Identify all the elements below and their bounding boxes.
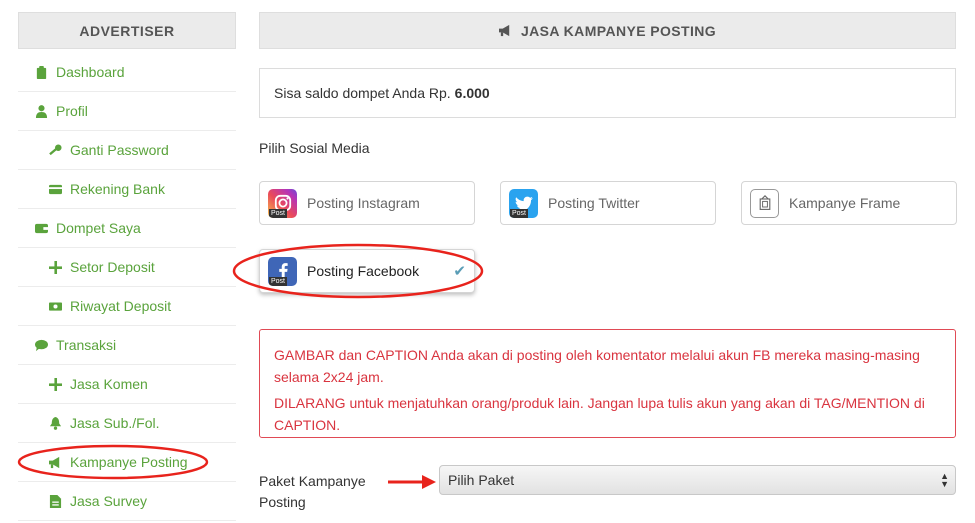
sidebar-item-jasa-komen[interactable]: Jasa Komen [18,365,236,404]
balance-text: Sisa saldo dompet Anda Rp. [274,85,451,101]
key-icon [48,143,62,157]
bell-icon [48,416,62,430]
sidebar-item-rekening-bank[interactable]: Rekening Bank [18,170,236,209]
paket-label: Paket Kampanye Posting [259,473,366,510]
post-badge: Post [269,208,288,218]
social-option-label: Posting Twitter [548,195,640,211]
sidebar-item-label: Riwayat Deposit [70,298,172,314]
post-badge: Post [510,208,529,218]
plus-icon [48,377,62,391]
sidebar-item-label: Transaksi [56,337,117,353]
sidebar-item-label: Kampanye Posting [70,454,188,470]
clipboard-icon [34,65,48,79]
sidebar-item-riwayat-deposit[interactable]: Riwayat Deposit [18,287,236,326]
megaphone-icon [48,455,62,469]
twitter-icon: Post [509,188,538,218]
plus-icon [48,260,62,274]
social-option-label: Posting Instagram [307,195,420,211]
sidebar-item-label: Ganti Password [70,142,169,158]
social-option-label: Kampanye Frame [789,195,901,211]
social-media-label: Pilih Sosial Media [259,140,370,156]
paket-select-value: Pilih Paket [448,472,515,488]
sidebar-item-label: Jasa Survey [70,493,148,509]
sidebar-item-label: Setor Deposit [70,259,155,275]
sidebar: ADVERTISER Dashboard Profil Ganti Passwo… [18,12,236,521]
sidebar-item-dashboard[interactable]: Dashboard [18,53,236,92]
file-icon [48,494,62,508]
sidebar-item-label: Dompet Saya [56,220,141,236]
social-option-frame[interactable]: Kampanye Frame [741,181,957,225]
page-title: JASA KAMPANYE POSTING [259,12,956,49]
annotation-arrowhead [422,475,436,489]
sidebar-item-jasa-survey[interactable]: Jasa Survey [18,482,236,521]
sidebar-title: ADVERTISER [18,12,236,49]
sidebar-item-label: Profil [56,103,88,119]
select-arrows-icon: ▲ ▼ [940,471,949,489]
money-icon [48,299,62,313]
alert-line-1: GAMBAR dan CAPTION Anda akan di posting … [274,347,920,385]
megaphone-icon [499,24,513,38]
social-option-label: Posting Facebook [307,263,420,279]
check-icon: ✔ [453,263,466,280]
main-panel: JASA KAMPANYE POSTING Sisa saldo dompet … [259,12,957,510]
sidebar-item-label: Dashboard [56,64,125,80]
facebook-icon: Post [268,256,297,286]
credit-card-icon [48,182,62,196]
wallet-icon [34,221,48,235]
social-option-facebook[interactable]: Post Posting Facebook ✔ [259,249,475,293]
frame-icon [750,188,779,218]
social-option-twitter[interactable]: Post Posting Twitter [500,181,716,225]
sidebar-item-kampanye-posting[interactable]: Kampanye Posting [18,443,236,482]
comment-icon [34,338,48,352]
user-icon [34,104,48,118]
page-title-text: JASA KAMPANYE POSTING [520,22,717,39]
balance-value: 6.000 [454,85,490,101]
balance-box: Sisa saldo dompet Anda Rp. 6.000 [259,68,956,118]
social-option-instagram[interactable]: Post Posting Instagram [259,181,475,225]
sidebar-item-label: Jasa Sub./Fol. [70,415,160,431]
sidebar-item-setor-deposit[interactable]: Setor Deposit [18,248,236,287]
post-badge: Post [269,276,288,286]
alert-line-2: DILARANG untuk menjatuhkan orang/produk … [274,395,925,433]
sidebar-item-profil[interactable]: Profil [18,92,236,131]
sidebar-item-jasa-sub-fol[interactable]: Jasa Sub./Fol. [18,404,236,443]
sidebar-item-dompet-saya[interactable]: Dompet Saya [18,209,236,248]
sidebar-item-label: Jasa Komen [70,376,148,392]
sidebar-item-ganti-password[interactable]: Ganti Password [18,131,236,170]
info-alert: GAMBAR dan CAPTION Anda akan di posting … [259,329,956,438]
sidebar-item-label: Rekening Bank [70,181,165,197]
paket-select[interactable]: Pilih Paket ▲ ▼ [439,465,956,495]
sidebar-item-transaksi[interactable]: Transaksi [18,326,236,365]
instagram-icon: Post [268,188,297,218]
